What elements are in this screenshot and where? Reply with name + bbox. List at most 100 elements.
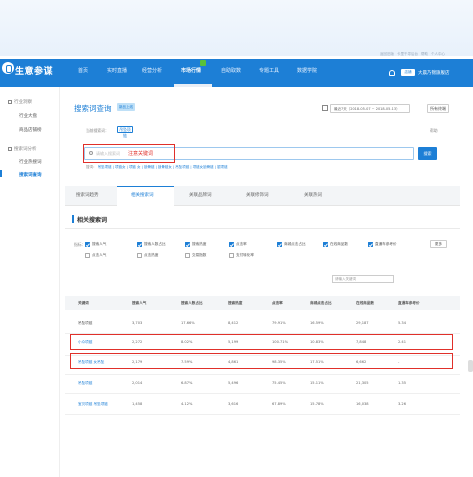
hot-word[interactable]: 项链 女 xyxy=(129,165,141,169)
table-cell: 5,496 xyxy=(228,381,239,385)
highlight-box-search xyxy=(83,144,175,163)
nav-item-live[interactable]: 实时直播 xyxy=(107,67,127,74)
top-link-profile[interactable]: 个人中心 xyxy=(431,52,445,57)
metric-checkbox[interactable] xyxy=(277,242,282,247)
top-links: 返回旧版 卡里千寻后台 帮助 个人中心 xyxy=(380,52,445,57)
metric-checkbox[interactable] xyxy=(185,242,190,247)
tab-modifier-words[interactable]: 关联修饰词 xyxy=(246,192,269,198)
highlight-box-row xyxy=(70,334,453,350)
highlight-box-row xyxy=(70,353,453,369)
metric-label: 在线商品数 xyxy=(330,242,348,246)
sidebar-group-industry: 行业洞察 xyxy=(8,99,32,105)
help-link[interactable]: 帮助 xyxy=(430,128,438,134)
table-cell: 1,458 xyxy=(132,402,143,406)
logo-icon[interactable] xyxy=(2,62,14,74)
column-header[interactable]: 搜索人气 xyxy=(132,301,146,306)
page-title: 搜索词查询 xyxy=(74,104,112,113)
column-header[interactable]: 关键词 xyxy=(78,301,89,306)
metric-checkbox[interactable] xyxy=(229,242,234,247)
table-cell: 6.87% xyxy=(181,381,193,385)
store-name[interactable]: 大晨乃锦旗舰店 xyxy=(418,70,450,76)
tab-related-words[interactable]: 相关搜索词 xyxy=(131,192,154,198)
page: 返回旧版 卡里千寻后台 帮助 个人中心 生意参谋 首页 实时直播 经营分析 市场… xyxy=(0,0,473,477)
sidebar-item-industry-overview[interactable]: 行业大盘 xyxy=(19,113,37,119)
scrollbar-thumb[interactable] xyxy=(468,360,473,372)
keyword-cell[interactable]: 吊坠项链 xyxy=(78,321,92,326)
filter-chip[interactable]: 吊坠项链 xyxy=(117,126,133,138)
hot-word[interactable]: 吊坠项链 xyxy=(175,165,189,169)
sidebar-item-hot-words[interactable]: 行业热搜词 xyxy=(19,159,42,165)
column-header[interactable]: 商城点击占比 xyxy=(310,301,332,306)
top-link-backend[interactable]: 卡里千寻后台 xyxy=(397,52,418,57)
nav-item-business[interactable]: 经营分析 xyxy=(142,67,162,74)
hot-word[interactable]: 锁骨链女 xyxy=(158,165,172,169)
table-cell: 3.26 xyxy=(398,402,407,406)
metric-checkbox[interactable] xyxy=(323,242,328,247)
metric-label: 商城点击占比 xyxy=(284,242,306,246)
sidebar-item-shop-rank[interactable]: 商品店铺榜 xyxy=(19,127,42,133)
table-cell: 79.91% xyxy=(272,321,286,325)
top-link-help[interactable]: 帮助 xyxy=(421,52,428,57)
table-cell: 3,703 xyxy=(132,321,143,325)
table-cell: 5,199 xyxy=(228,340,239,344)
metric-checkbox[interactable] xyxy=(137,253,142,258)
keyword-cell[interactable]: 宝贝项链 吊坠项链 xyxy=(78,402,108,407)
filter-label: 当前搜索词： xyxy=(86,128,109,133)
column-header[interactable]: 搜索热度 xyxy=(228,301,242,306)
metric-checkbox[interactable] xyxy=(229,253,234,258)
metric-label: 交易指数 xyxy=(192,253,207,257)
metric-checkbox[interactable] xyxy=(137,242,142,247)
top-link-old[interactable]: 返回旧版 xyxy=(380,52,394,57)
nav-item-tools[interactable]: 专题工具 xyxy=(259,67,279,74)
table-cell: 4.12% xyxy=(181,402,193,406)
table-cell: 8.02% xyxy=(181,340,193,344)
calendar-icon[interactable] xyxy=(322,105,328,111)
table-cell: 5.34 xyxy=(398,321,407,325)
table-cell: 21,305 xyxy=(356,381,369,385)
tab-brand-words[interactable]: 关联品牌词 xyxy=(189,192,212,198)
nav-item-data[interactable]: 自助取数 xyxy=(221,67,241,74)
table-cell: 1.35 xyxy=(398,381,407,385)
table-cell: 2.41 xyxy=(398,340,407,344)
table-cell: 10.83% xyxy=(310,340,324,344)
table-cell: 67.89% xyxy=(272,402,286,406)
metric-checkbox[interactable] xyxy=(85,253,90,258)
hot-word[interactable]: 项链女锁骨链 xyxy=(193,165,214,169)
metric-checkbox[interactable] xyxy=(368,242,373,247)
tab-trend[interactable]: 搜索词趋势 xyxy=(76,192,99,198)
brand-name[interactable]: 生意参谋 xyxy=(15,64,53,77)
metric-checkbox[interactable] xyxy=(85,242,90,247)
store-tag: 店铺 xyxy=(401,69,415,76)
table-cell: 7.59% xyxy=(181,360,193,364)
top-banner xyxy=(0,0,473,56)
nav-item-home[interactable]: 首页 xyxy=(78,67,88,74)
column-header[interactable]: 在线商品数 xyxy=(356,301,374,306)
column-header[interactable]: 搜索人数占比 xyxy=(181,301,203,306)
table-search-input[interactable]: 请输入关键词 xyxy=(332,275,394,283)
hot-word[interactable]: 项链女 xyxy=(115,165,126,169)
tab-hot-words[interactable]: 关联热词 xyxy=(304,192,322,198)
hot-word[interactable]: 锁骨链 xyxy=(144,165,155,169)
metric-label: 直通车参考价 xyxy=(375,242,397,246)
table-cell: 7,848 xyxy=(356,340,367,344)
hot-word[interactable]: 吊坠项链 xyxy=(98,165,112,169)
sidebar-item-word-query[interactable]: 搜索词查询 xyxy=(19,172,42,178)
column-header[interactable]: 点击率 xyxy=(272,301,283,306)
section-marker xyxy=(72,215,74,223)
table-cell: 2,179 xyxy=(132,360,143,364)
column-header[interactable]: 直通车参考价 xyxy=(398,301,420,306)
terminal-select[interactable]: 所有终端 xyxy=(427,104,449,113)
search-button[interactable]: 搜索 xyxy=(418,147,437,160)
new-badge-icon xyxy=(200,60,206,66)
nav-item-academy[interactable]: 数据学院 xyxy=(297,67,317,74)
nav-item-market[interactable]: 市场行情 xyxy=(181,67,201,74)
metric-label: 点击热度 xyxy=(144,253,159,257)
more-metrics-button[interactable]: 更多 xyxy=(430,240,447,248)
keyword-cell[interactable]: 吊坠项链 xyxy=(78,381,92,386)
keyword-cell[interactable]: 吊坠项链 女吊坠 xyxy=(78,360,104,365)
metric-checkbox[interactable] xyxy=(185,253,190,258)
hot-word[interactable]: 银项链 xyxy=(217,165,228,169)
date-range-picker[interactable]: 最近7天（2018-05-07 ~ 2018-05-13） xyxy=(330,104,410,113)
keyword-cell[interactable]: 小众项链 xyxy=(78,340,92,345)
bell-icon[interactable] xyxy=(389,70,395,76)
